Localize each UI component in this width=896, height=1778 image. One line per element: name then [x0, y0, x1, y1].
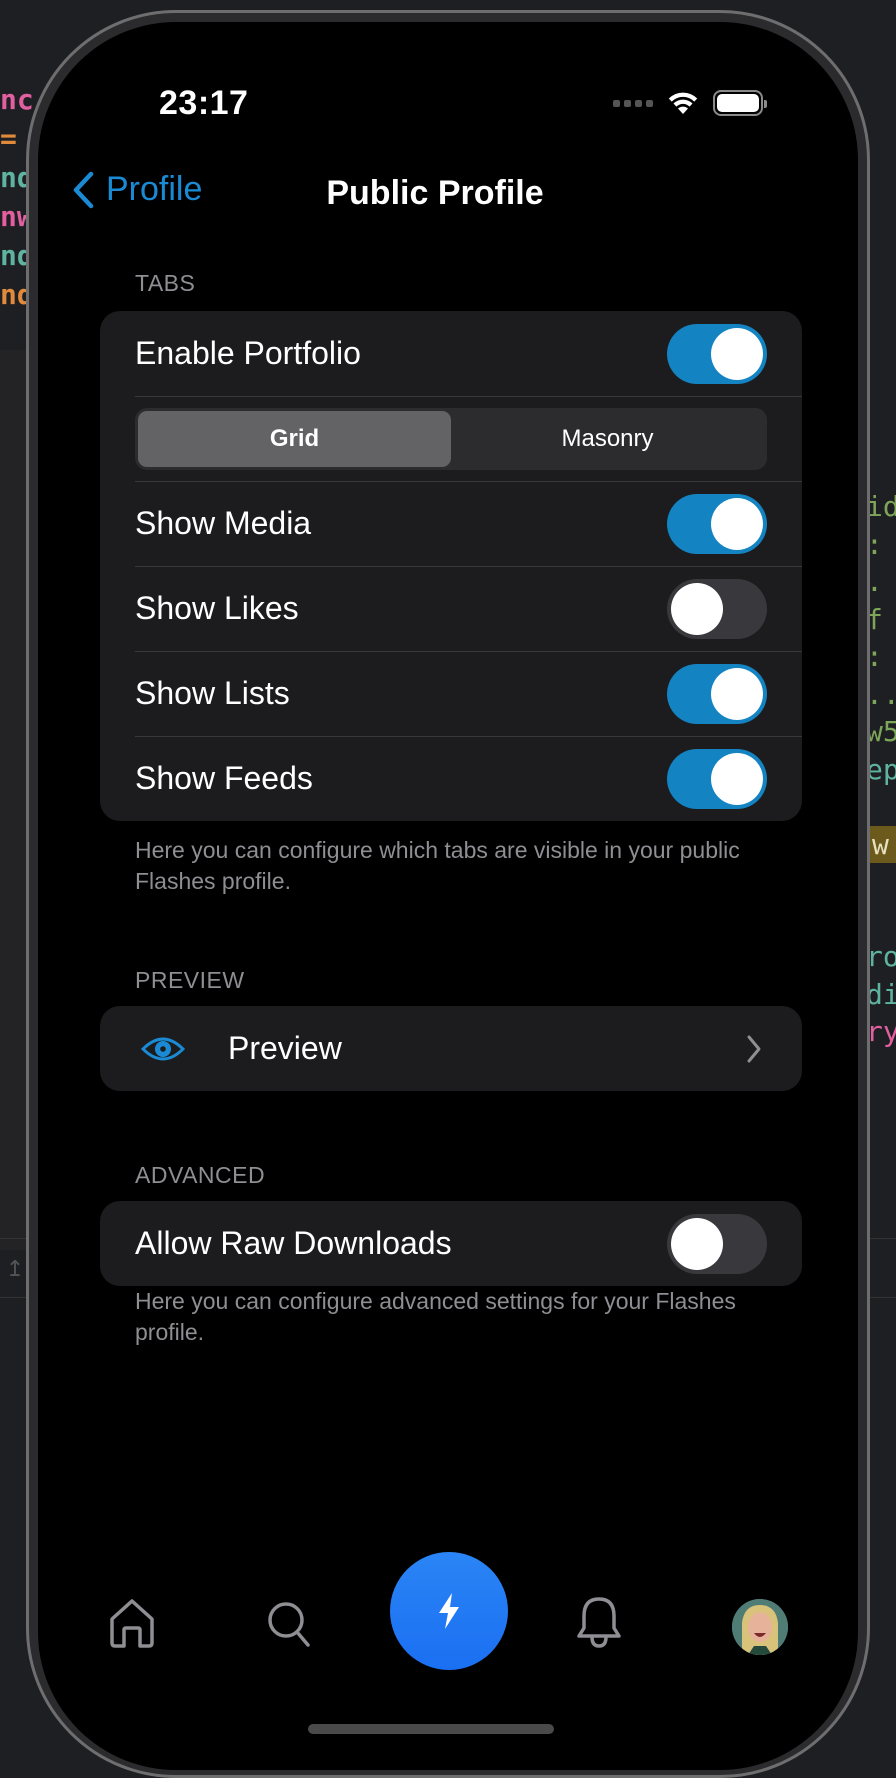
page-title: Public Profile: [326, 174, 544, 212]
show-media-row: Show Media: [100, 481, 802, 566]
show-likes-label: Show Likes: [135, 590, 299, 626]
home-indicator: [308, 1724, 554, 1734]
advanced-group: Allow Raw Downloads: [100, 1201, 802, 1286]
tab-flash[interactable]: [390, 1552, 508, 1670]
show-lists-label: Show Lists: [135, 675, 290, 711]
public-profile-screen: 23:17 Profile Public Profile TABS Enable…: [38, 22, 858, 1770]
tab-home[interactable]: [108, 1597, 156, 1654]
background-code-right: id : . f : .. w5 ep w ro di ry: [866, 488, 896, 1051]
eye-icon: [140, 1037, 186, 1060]
desktop-background: nc = nd nw nd nd id : . f : .. w5 ep w r…: [0, 0, 896, 1778]
lightning-icon: [439, 1593, 459, 1629]
code-line: .: [866, 565, 883, 598]
editor-strip: [866, 1238, 896, 1298]
home-icon: [110, 1599, 154, 1648]
section-header-preview: PREVIEW: [135, 967, 245, 993]
code-line: w5: [866, 715, 896, 748]
chevron-right-icon: [747, 1035, 761, 1062]
layout-segmented-control: Grid Masonry: [135, 407, 767, 470]
status-indicators: [613, 90, 767, 116]
section-header-tabs: TABS: [135, 270, 196, 296]
bell-icon: [577, 1597, 621, 1648]
avatar-image: [732, 1599, 788, 1655]
tabs-settings-group: Enable Portfolio Grid Masonry Show Media…: [100, 311, 802, 821]
show-likes-toggle[interactable]: [667, 578, 767, 639]
cellular-signal-icon: [613, 99, 653, 107]
enable-portfolio-toggle[interactable]: [667, 323, 767, 384]
section-header-advanced: ADVANCED: [135, 1162, 266, 1188]
phone-screen: 23:17 Profile Public Profile TABS Enable…: [38, 22, 858, 1770]
code-line: f: [866, 602, 883, 636]
code-line: id: [866, 490, 896, 523]
layout-row: Grid Masonry: [100, 396, 802, 481]
show-lists-toggle[interactable]: [667, 663, 767, 724]
preview-group: Preview: [100, 1006, 802, 1091]
allow-raw-downloads-toggle[interactable]: [667, 1213, 767, 1274]
search-icon: [268, 1602, 310, 1647]
preview-label: Preview: [228, 1030, 342, 1066]
show-feeds-toggle[interactable]: [667, 748, 767, 809]
show-lists-row: Show Lists: [100, 651, 802, 736]
code-line: ep: [866, 752, 896, 786]
battery-icon: [713, 90, 767, 116]
tab-notifications[interactable]: [576, 1596, 622, 1655]
code-line: ..: [866, 677, 896, 711]
preview-row[interactable]: Preview: [100, 1006, 802, 1091]
enable-portfolio-row: Enable Portfolio: [100, 311, 802, 396]
show-media-toggle[interactable]: [667, 493, 767, 554]
show-feeds-row: Show Feeds: [100, 736, 802, 821]
code-line: :: [866, 527, 883, 561]
code-line: di: [866, 977, 896, 1011]
status-time: 23:17: [159, 84, 249, 122]
code-line: :: [866, 640, 883, 673]
allow-raw-downloads-label: Allow Raw Downloads: [135, 1225, 452, 1261]
avatar[interactable]: [732, 1599, 788, 1655]
show-media-label: Show Media: [135, 505, 312, 541]
segment-grid[interactable]: Grid: [138, 410, 451, 467]
tabs-footer-text: Here you can configure which tabs are vi…: [135, 837, 740, 894]
show-likes-row: Show Likes: [100, 566, 802, 651]
wifi-icon: [668, 92, 698, 114]
tab-bar: [38, 1552, 858, 1672]
show-feeds-label: Show Feeds: [135, 760, 313, 796]
code-line: ry: [866, 1015, 896, 1048]
tab-search[interactable]: [266, 1600, 312, 1653]
allow-raw-downloads-row: Allow Raw Downloads: [100, 1201, 802, 1286]
code-line: ro: [866, 940, 896, 973]
segment-masonry[interactable]: Masonry: [451, 411, 764, 467]
code-line-highlighted: w: [866, 825, 896, 863]
enable-portfolio-label: Enable Portfolio: [135, 335, 361, 371]
advanced-footer-text: Here you can configure advanced settings…: [135, 1288, 736, 1345]
